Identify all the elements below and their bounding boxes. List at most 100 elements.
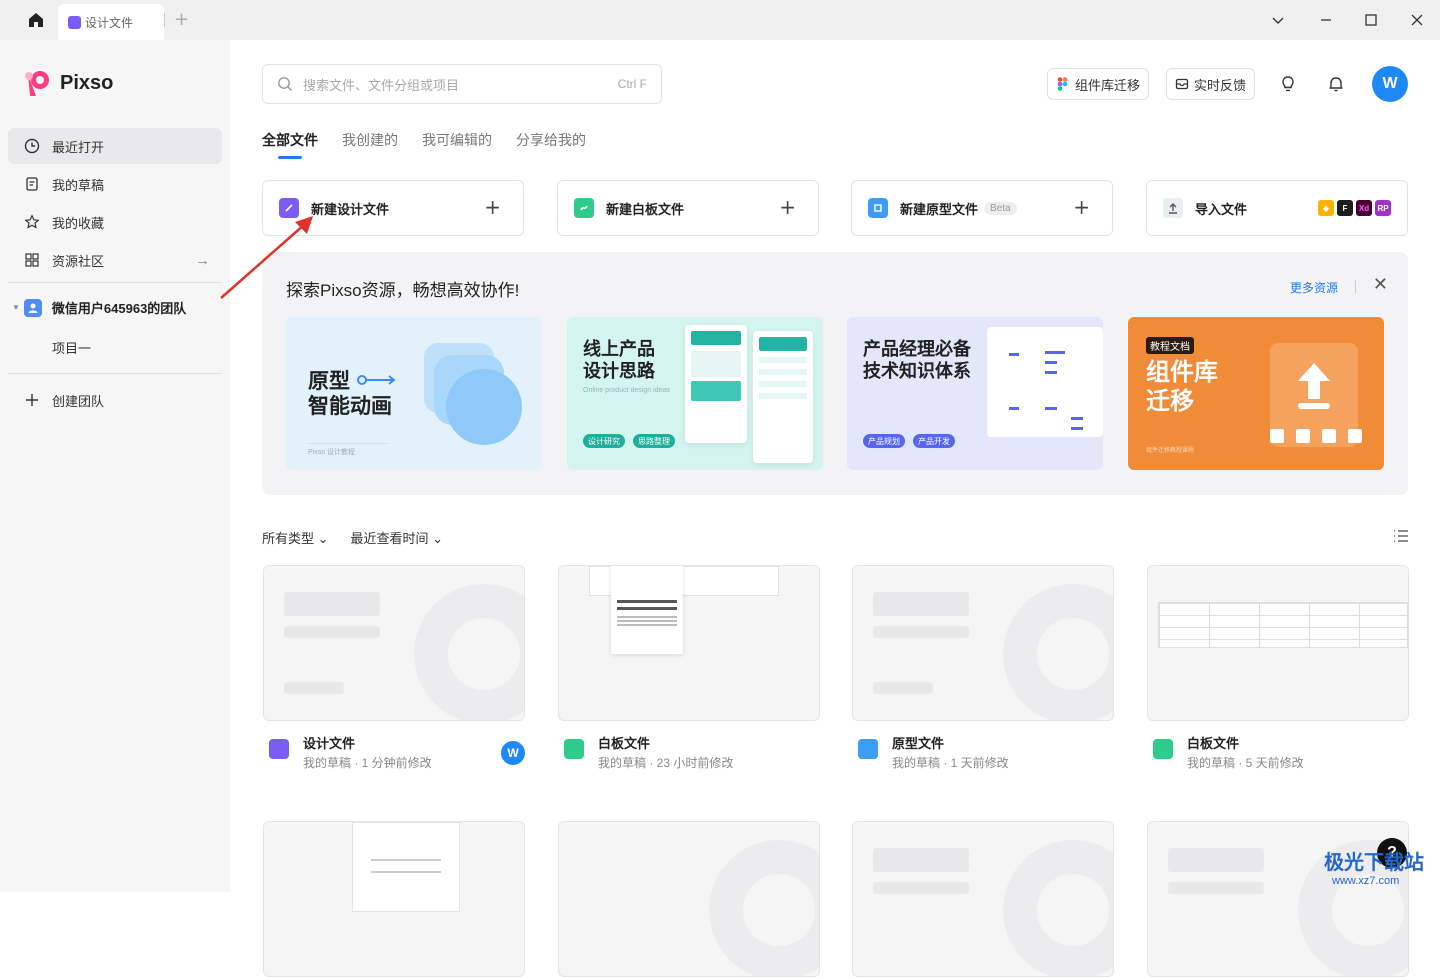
new-tab-button[interactable]: + <box>174 9 189 30</box>
tag-chip: 思路整理 <box>633 434 675 448</box>
tab-editable[interactable]: 我可编辑的 <box>422 130 492 150</box>
sketch-icon: ◆ <box>1318 200 1334 216</box>
clock-icon <box>24 138 40 154</box>
search-icon <box>278 77 292 91</box>
plus-icon <box>26 394 38 406</box>
design-file-icon <box>68 15 81 29</box>
file-thumbnail <box>852 565 1114 721</box>
beta-badge: Beta <box>984 201 1017 215</box>
watermark: 极光下载站 www.xz7.com <box>1284 846 1424 887</box>
sidebar-item-favorites[interactable]: 我的收藏 <box>8 204 222 240</box>
pixso-logo[interactable]: Pixso <box>22 68 113 98</box>
file-card[interactable] <box>558 821 820 977</box>
sidebar: Pixso 最近打开 我的草稿 我的收藏 资源社区 → ▼ 微信用户645963… <box>0 40 230 892</box>
maximize-button[interactable] <box>1359 8 1383 32</box>
divider <box>1355 280 1356 294</box>
lightbulb-icon[interactable] <box>1276 72 1300 96</box>
home-tab[interactable] <box>16 6 56 34</box>
file-name: 原型文件 <box>892 736 945 751</box>
annotation-arrow <box>220 216 313 299</box>
team-item[interactable]: ▼ 微信用户645963的团队 <box>12 298 186 317</box>
chevron-down-icon[interactable] <box>1266 8 1290 32</box>
import-formats: ◆ F Xd RP <box>1318 200 1391 216</box>
sidebar-item-label: 我的收藏 <box>52 215 105 231</box>
sidebar-divider <box>8 282 222 283</box>
upload-illustration <box>1270 343 1362 447</box>
tab-shared-with-me[interactable]: 分享给我的 <box>516 130 586 150</box>
banner-subtitle: Online product design ideas <box>583 387 670 394</box>
file-card[interactable] <box>263 821 525 977</box>
main-content: 搜索文件、文件分组或项目 Ctrl F 组件库迁移 实时反馈 W 全部文件 我创… <box>230 40 1440 977</box>
list-view-icon[interactable] <box>1392 528 1410 549</box>
bell-icon[interactable] <box>1324 72 1348 96</box>
file-filters: 所有类型 ⌄ 最近查看时间 ⌄ <box>262 528 465 547</box>
xd-icon: Xd <box>1356 200 1372 216</box>
plus-icon: + <box>779 195 796 219</box>
title-bar: 设计文件 + <box>0 0 1440 40</box>
migrate-label: 组件库迁移 <box>1075 77 1141 93</box>
search-input[interactable]: 搜索文件、文件分组或项目 Ctrl F <box>262 64 662 104</box>
prototype-file-icon <box>858 739 878 759</box>
upload-icon <box>1298 363 1330 409</box>
tab-divider <box>164 13 165 27</box>
banner-component-migration[interactable]: 教程文档 组件库 迁移 组件迁移教程课程 <box>1128 317 1384 470</box>
sidebar-item-label: 我的草稿 <box>52 177 105 193</box>
sort-dropdown[interactable]: 最近查看时间 ⌄ <box>351 528 444 547</box>
file-card[interactable]: 白板文件 我的草稿 · 23 小时前修改 <box>558 565 820 777</box>
design-file-icon <box>269 739 289 759</box>
mindmap-card <box>987 327 1103 437</box>
file-thumbnail <box>263 821 525 977</box>
type-filter-dropdown[interactable]: 所有类型 ⌄ <box>262 528 329 547</box>
shape-decoration <box>446 369 522 445</box>
inbox-icon <box>1175 78 1189 90</box>
user-avatar[interactable]: W <box>1372 66 1408 102</box>
feedback-button[interactable]: 实时反馈 <box>1166 68 1256 100</box>
close-icon[interactable]: ✕ <box>1373 274 1388 295</box>
tab-created-by-me[interactable]: 我创建的 <box>342 130 398 150</box>
banner-title: 产品经理必备 技术知识体系 <box>863 339 971 381</box>
banner-online-product-design[interactable]: 线上产品 设计思路 Online product design ideas 设计… <box>567 317 823 470</box>
file-card[interactable]: 原型文件 我的草稿 · 1 天前修改 <box>852 565 1114 777</box>
sidebar-item-recent[interactable]: 最近打开 <box>8 128 222 164</box>
file-card[interactable]: 白板文件 我的草稿 · 5 天前修改 <box>1147 565 1409 777</box>
minimize-button[interactable] <box>1314 8 1338 32</box>
tab-design-file[interactable]: 设计文件 <box>58 4 164 40</box>
file-name: 白板文件 <box>1187 736 1240 751</box>
brand-name: Pixso <box>60 71 114 94</box>
file-thumbnail <box>558 565 820 721</box>
create-team-button[interactable]: 创建团队 <box>8 382 222 418</box>
sidebar-item-drafts[interactable]: 我的草稿 <box>8 166 222 202</box>
whiteboard-file-icon <box>564 739 584 759</box>
file-card[interactable] <box>852 821 1114 977</box>
file-meta: 我的草稿 · 23 小时前修改 <box>598 756 734 770</box>
whiteboard-file-icon <box>574 198 594 218</box>
sidebar-item-community[interactable]: 资源社区 → <box>8 242 222 278</box>
file-card[interactable] <box>1147 821 1409 977</box>
sidebar-item-label: 资源社区 <box>52 253 105 269</box>
sidebar-item-label: 最近打开 <box>52 139 105 155</box>
divider <box>308 443 388 444</box>
plus-icon: + <box>484 195 501 219</box>
component-migrate-button[interactable]: 组件库迁移 <box>1047 68 1150 100</box>
banner-product-manager-tech[interactable]: 产品经理必备 技术知识体系 产品规划 产品开发 <box>847 317 1103 470</box>
whiteboard-file-icon <box>1153 739 1173 759</box>
tag-chip: 产品开发 <box>913 434 955 448</box>
banner-footer: 组件迁移教程课程 <box>1146 448 1195 454</box>
import-file-card[interactable]: 导入文件 ◆ F Xd RP <box>1146 180 1408 236</box>
new-prototype-file-card[interactable]: 新建原型文件 Beta + <box>851 180 1113 236</box>
tutorial-tag: 教程文档 <box>1146 337 1194 354</box>
close-window-button[interactable] <box>1405 8 1429 32</box>
grid-icon <box>25 253 39 267</box>
file-thumbnail <box>263 565 525 721</box>
watermark-title: 极光下载站 <box>1324 852 1424 874</box>
new-whiteboard-file-card[interactable]: 新建白板文件 + <box>557 180 819 236</box>
file-card[interactable]: 设计文件 我的草稿 · 1 分钟前修改 W <box>263 565 525 777</box>
project-item[interactable]: 项目一 <box>52 338 91 357</box>
caret-down-icon: ▼ <box>12 303 20 312</box>
more-resources-link[interactable]: 更多资源 <box>1290 279 1338 296</box>
tab-all-files[interactable]: 全部文件 <box>262 130 318 159</box>
file-name: 设计文件 <box>303 736 356 751</box>
banner-prototype-animation[interactable]: 原型 智能动画 Pixso 设计教程 <box>286 317 542 470</box>
upload-icon <box>1163 198 1183 218</box>
format-icons <box>1270 429 1362 443</box>
